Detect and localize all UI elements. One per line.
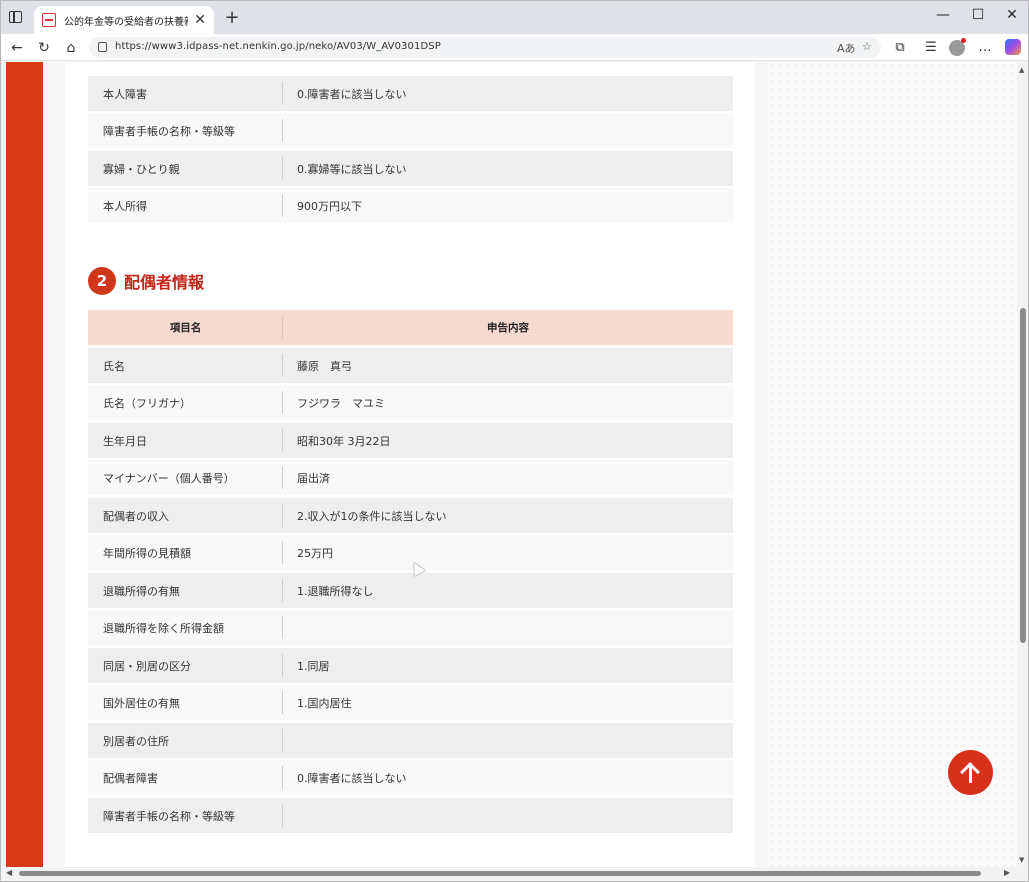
row-value: 2.収入が1の条件に該当しない (297, 509, 447, 523)
table-row: 氏名 藤原 真弓 (88, 348, 733, 383)
maximize-button[interactable]: ☐ (963, 7, 993, 23)
table-row: 退職所得を除く所得金額 (88, 610, 733, 645)
row-label: 寡婦・ひとり親 (88, 151, 283, 186)
more-menu-icon[interactable]: … (976, 39, 994, 57)
scroll-left-icon[interactable]: ◀ (6, 868, 12, 877)
row-value: フジワラ マユミ (297, 396, 385, 410)
row-label: 本人障害 (88, 76, 283, 111)
row-value: 0.障害者に該当しない (297, 771, 407, 785)
section-heading: 2 配偶者情報 (88, 267, 204, 295)
horizontal-scrollbar[interactable]: ◀ ▶ (1, 867, 1017, 879)
page-viewport: 本人障害 0.障害者に該当しない 障害者手帳の名称・等級等 寡婦・ひとり親 0.… (1, 62, 1017, 867)
horizontal-scroll-thumb[interactable] (19, 871, 981, 876)
table-row: 本人所得 900万円以下 (88, 188, 733, 223)
row-label: 本人所得 (88, 188, 283, 223)
row-label: 障害者手帳の名称・等級等 (88, 798, 283, 833)
table-row: 氏名（フリガナ） フジワラ マユミ (88, 385, 733, 420)
row-value: 900万円以下 (297, 199, 362, 213)
lock-icon (98, 42, 107, 52)
url-text: https://www3.idpass-net.nenkin.go.jp/nek… (115, 41, 441, 52)
table-row: 国外居住の有無 1.国内居住 (88, 685, 733, 720)
favorite-star-icon[interactable]: ☆ (862, 40, 872, 53)
table-row: 寡婦・ひとり親 0.寡婦等に該当しない (88, 151, 733, 186)
table-header: 項目名 申告内容 (88, 310, 733, 345)
site-favicon-icon (42, 13, 56, 27)
back-to-top-button[interactable] (948, 750, 993, 795)
column-header-content: 申告内容 (487, 322, 529, 334)
row-label: 退職所得を除く所得金額 (88, 610, 283, 645)
arrow-up-head (960, 762, 980, 782)
row-label: 氏名（フリガナ） (88, 385, 283, 420)
right-pane (768, 62, 1017, 867)
row-label: 年間所得の見積額 (88, 535, 283, 570)
row-label: 退職所得の有無 (88, 573, 283, 608)
scroll-right-icon[interactable]: ▶ (1004, 868, 1010, 877)
row-label: 同居・別居の区分 (88, 648, 283, 683)
row-value: 1.国内居住 (297, 696, 352, 710)
row-label: 障害者手帳の名称・等級等 (88, 113, 283, 148)
row-value: 0.障害者に該当しない (297, 87, 407, 101)
address-bar[interactable]: https://www3.idpass-net.nenkin.go.jp/nek… (89, 37, 881, 58)
table-row: 障害者手帳の名称・等級等 (88, 798, 733, 833)
row-label: 別居者の住所 (88, 723, 283, 758)
tab-close-icon[interactable]: ✕ (194, 12, 206, 28)
section-title: 配偶者情報 (124, 273, 205, 292)
row-value: 25万円 (297, 546, 333, 560)
row-value: 昭和30年 3月22日 (297, 434, 391, 448)
tab-bar: 公的年金等の受給者の扶養親族等 ✕ + — ☐ ✕ (1, 1, 1028, 34)
row-label: 国外居住の有無 (88, 685, 283, 720)
copilot-icon[interactable] (1005, 39, 1021, 55)
row-value: 0.寡婦等に該当しない (297, 162, 407, 176)
column-header-item: 項目名 (88, 310, 283, 345)
read-aloud-icon[interactable]: Aあ (837, 40, 856, 56)
row-label: 氏名 (88, 348, 283, 383)
table-row: 別居者の住所 (88, 723, 733, 758)
table-row: 障害者手帳の名称・等級等 (88, 113, 733, 148)
table-row: 生年月日 昭和30年 3月22日 (88, 423, 733, 458)
browser-tab[interactable]: 公的年金等の受給者の扶養親族等 ✕ (34, 6, 214, 34)
extensions-icon[interactable]: ⧉ (891, 39, 909, 57)
close-window-button[interactable]: ✕ (997, 7, 1027, 23)
refresh-icon[interactable]: ↻ (34, 38, 54, 58)
new-tab-button[interactable]: + (221, 7, 243, 29)
row-value: 1.同居 (297, 659, 330, 673)
row-value: 藤原 真弓 (297, 359, 352, 373)
row-label: 生年月日 (88, 423, 283, 458)
scroll-down-icon[interactable]: ▼ (1019, 856, 1024, 864)
table-row: 退職所得の有無 1.退職所得なし (88, 573, 733, 608)
row-label: 配偶者の収入 (88, 498, 283, 533)
back-icon[interactable]: ← (7, 38, 27, 58)
notification-dot (961, 38, 966, 43)
home-icon[interactable]: ⌂ (61, 38, 81, 58)
row-label: 配偶者障害 (88, 760, 283, 795)
scroll-up-icon[interactable]: ▲ (1019, 66, 1024, 74)
table-row: 本人障害 0.障害者に該当しない (88, 76, 733, 111)
table-row: 配偶者の収入 2.収入が1の条件に該当しない (88, 498, 733, 533)
row-label: マイナンバー（個人番号） (88, 460, 283, 495)
minimize-button[interactable]: — (928, 7, 958, 23)
row-value: 届出済 (297, 471, 330, 485)
left-accent-bar (6, 62, 43, 867)
table-row: 同居・別居の区分 1.同居 (88, 648, 733, 683)
table-row: マイナンバー（個人番号） 届出済 (88, 460, 733, 495)
vertical-scroll-thumb[interactable] (1020, 308, 1026, 643)
browser-window: 公的年金等の受給者の扶養親族等 ✕ + — ☐ ✕ ← ↻ ⌂ https://… (0, 0, 1029, 882)
row-value: 1.退職所得なし (297, 584, 374, 598)
section-number-badge: 2 (88, 267, 116, 295)
tab-title: 公的年金等の受給者の扶養親族等 (64, 16, 188, 28)
favorites-icon[interactable]: ☰ (922, 39, 940, 57)
table-row: 配偶者障害 0.障害者に該当しない (88, 760, 733, 795)
browser-toolbar: ← ↻ ⌂ https://www3.idpass-net.nenkin.go.… (1, 34, 1028, 61)
tab-actions-icon[interactable] (7, 9, 27, 27)
vertical-scrollbar[interactable]: ▲ ▼ (1017, 62, 1028, 867)
